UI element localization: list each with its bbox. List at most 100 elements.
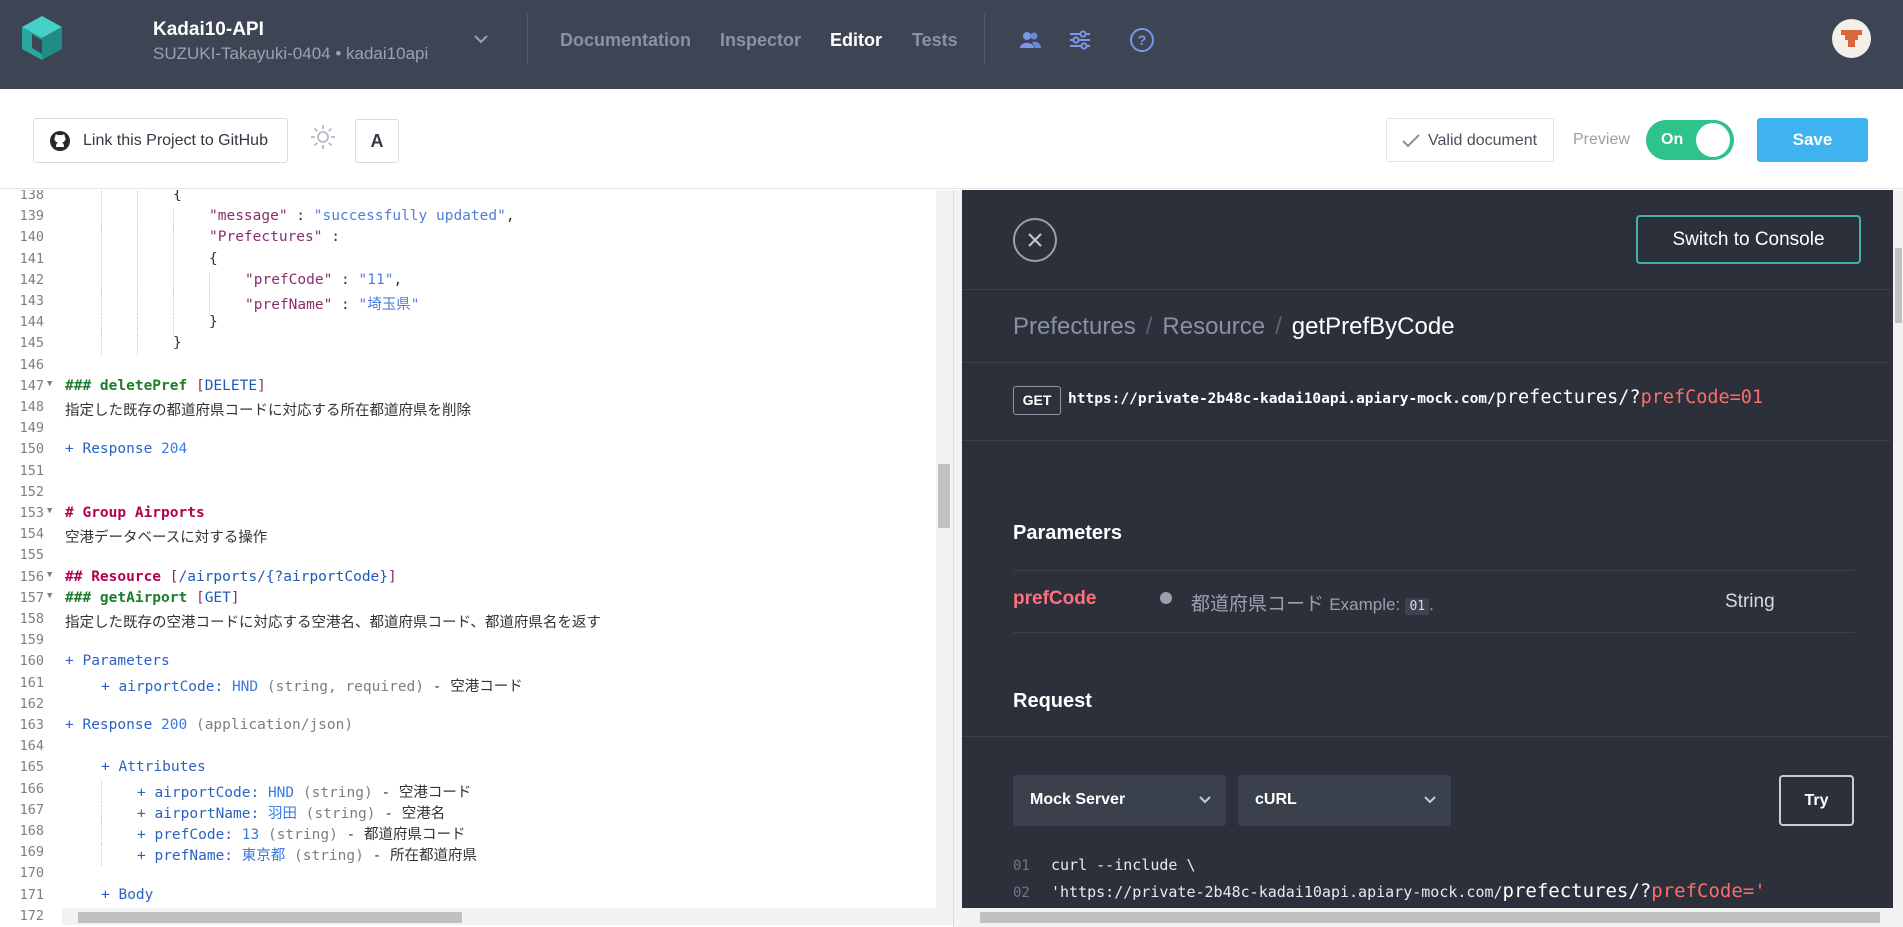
indent-guide — [101, 801, 102, 823]
code-token: "埼玉県" — [358, 297, 420, 313]
preview-hscroll-thumb[interactable] — [980, 912, 1880, 923]
github-icon — [50, 131, 70, 151]
editor-line[interactable]: 152 — [0, 484, 930, 505]
code-token: [ — [195, 377, 205, 394]
editor-line[interactable]: 157 ▼ ### getAirport [GET] — [0, 590, 930, 611]
project-owner[interactable]: SUZUKI-Takayuki-0404 • kadai10api — [153, 44, 428, 64]
editor-line[interactable]: 147 ▼ ### deletePref [DELETE] — [0, 378, 930, 399]
editor-line[interactable]: 156 ▼ ## Resource [/airports/{?airportCode… — [0, 569, 930, 590]
line-number: 138 — [19, 190, 44, 203]
code-token: ## Resource — [65, 568, 170, 585]
editor-line[interactable]: 170 — [0, 865, 930, 886]
editor-line[interactable]: 168 + prefCode: 13 (string) - 都道府県コード — [0, 823, 930, 844]
editor-line[interactable]: 166 + airportCode: HND (string) - 空港コード — [0, 780, 930, 802]
try-button[interactable]: Try — [1779, 775, 1854, 826]
code-token: 羽田 — [267, 805, 297, 822]
editor-line[interactable]: 165 + Attributes — [0, 759, 930, 780]
editor-line[interactable]: 140 "Prefectures" : — [0, 229, 930, 251]
indent-guide — [173, 250, 174, 272]
nav-tests[interactable]: Tests — [912, 30, 958, 51]
editor-line[interactable]: 153 ▼ # Group Airports — [0, 505, 930, 526]
save-button[interactable]: Save — [1757, 118, 1868, 162]
code-token: - 空港名 — [375, 805, 446, 822]
editor-hscroll-thumb[interactable] — [78, 912, 462, 923]
team-icon[interactable] — [1017, 27, 1043, 53]
editor-line[interactable]: 139 "message" : "successfully updated", — [0, 208, 930, 230]
editor-line[interactable]: 148 指定した既存の都道府県コードに対応する所在都道府県を削除 — [0, 399, 930, 420]
code-line: 01 curl --include \ — [1013, 855, 1196, 874]
editor-line[interactable]: 142 "prefCode" : "11", — [0, 271, 930, 293]
editor-line[interactable]: 149 — [0, 420, 930, 441]
editor-line[interactable]: 138 { — [0, 190, 930, 208]
nav-inspector[interactable]: Inspector — [720, 30, 801, 51]
code-text: + airportCode: HND (string, required) - … — [101, 675, 523, 696]
line-number: 142 — [19, 271, 44, 288]
settings-sliders-icon[interactable] — [1067, 27, 1093, 53]
divider — [1013, 632, 1855, 633]
link-github-button[interactable]: Link this Project to GitHub — [33, 118, 288, 163]
editor-line[interactable]: 169 + prefName: 東京都 (string) - 所在都道府県 — [0, 844, 930, 866]
header-divider — [527, 14, 528, 64]
editor-line[interactable]: 141 { — [0, 250, 930, 272]
preview-scroll-thumb[interactable] — [1895, 248, 1902, 323]
editor-line[interactable]: 143 "prefName" : "埼玉県" — [0, 293, 930, 314]
code-token: , — [505, 208, 515, 225]
editor-line[interactable]: 167 + airportName: 羽田 (string) - 空港名 — [0, 801, 930, 823]
indent-guide — [209, 271, 210, 293]
indent-guide — [137, 229, 138, 251]
code-token: : — [332, 297, 359, 313]
help-icon[interactable]: ? — [1129, 27, 1155, 53]
divider — [962, 736, 1890, 737]
editor-line[interactable]: 158 指定した既存の空港コードに対応する空港名、都道府県コード、都道府県名を返す — [0, 611, 930, 632]
fold-arrow-icon[interactable]: ▼ — [47, 570, 52, 580]
fold-arrow-icon[interactable]: ▼ — [47, 379, 52, 389]
indent-guide — [101, 190, 102, 208]
url-host: https://private-2b48c-kadai10api.apiary-… — [1068, 391, 1496, 407]
close-button[interactable] — [1013, 218, 1057, 262]
preview-toggle[interactable]: On — [1646, 120, 1734, 160]
line-number: 139 — [19, 208, 44, 225]
server-select[interactable]: Mock Server — [1013, 775, 1226, 826]
editor-line[interactable]: 154 空港データベースに対する操作 — [0, 526, 930, 547]
editor-line[interactable]: 163 + Response 200 (application/json) — [0, 717, 930, 738]
app-header: Kadai10-API SUZUKI-Takayuki-0404 • kadai… — [0, 0, 1903, 89]
code-text: } — [173, 335, 182, 351]
code-text: + Response 200 (application/json) — [65, 717, 353, 733]
editor-line[interactable]: 171 + Body — [0, 887, 930, 908]
editor-line[interactable]: 159 — [0, 632, 930, 653]
editor-line[interactable]: 162 — [0, 696, 930, 717]
nav-documentation[interactable]: Documentation — [560, 30, 691, 51]
code-token: GET — [204, 589, 231, 606]
editor-line[interactable]: 164 — [0, 738, 930, 759]
editor-line[interactable]: 144} — [0, 314, 930, 336]
editor-scroll-thumb[interactable] — [938, 464, 950, 528]
url-path: prefectures/? — [1495, 387, 1641, 408]
code-token: + Body — [101, 886, 154, 903]
fold-arrow-icon[interactable]: ▼ — [47, 506, 52, 516]
code-editor[interactable]: 138 {139 "message" : "successfully updated… — [0, 190, 953, 927]
editor-line[interactable]: 145} — [0, 335, 930, 357]
apiary-logo-icon[interactable] — [18, 14, 66, 62]
editor-line[interactable]: 146 — [0, 357, 930, 378]
breadcrumb-group[interactable]: Prefectures — [1013, 313, 1136, 340]
sun-icon[interactable] — [308, 122, 338, 152]
editor-line[interactable]: 150 + Response 204 — [0, 441, 930, 462]
editor-line[interactable]: 161 + airportCode: HND (string, required)… — [0, 675, 930, 696]
editor-line[interactable]: 151 — [0, 463, 930, 484]
indent-guide — [173, 271, 174, 293]
project-name[interactable]: Kadai10-API — [153, 19, 264, 41]
fold-arrow-icon[interactable]: ▼ — [47, 591, 52, 601]
breadcrumb-resource[interactable]: Resource — [1162, 313, 1265, 340]
pane-divider[interactable] — [953, 190, 962, 927]
editor-line[interactable]: 160 + Parameters — [0, 653, 930, 674]
font-size-button[interactable]: A — [355, 119, 399, 163]
user-avatar[interactable] — [1832, 19, 1871, 58]
editor-vertical-scrollbar[interactable] — [936, 190, 953, 908]
switch-to-console-button[interactable]: Switch to Console — [1636, 215, 1861, 264]
valid-document-indicator[interactable]: Valid document — [1386, 118, 1554, 162]
language-select[interactable]: cURL — [1238, 775, 1451, 826]
chevron-down-icon[interactable] — [472, 30, 490, 48]
editor-line[interactable]: 155 — [0, 547, 930, 568]
nav-editor[interactable]: Editor — [830, 30, 882, 51]
code-token: ] — [388, 568, 397, 585]
